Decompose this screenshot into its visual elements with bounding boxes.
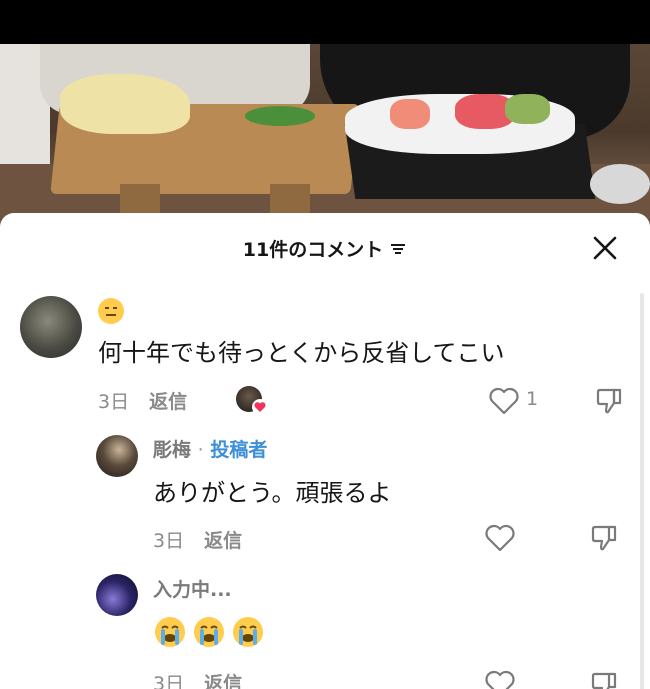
sort-lines-icon[interactable] xyxy=(389,241,407,257)
reply-author-name[interactable]: 彫梅 · 投稿者 xyxy=(153,435,267,462)
reply-item: 彫梅 · 投稿者 ありがとう。頑張るよ 3日 返信 xyxy=(0,433,650,563)
reply-time: 3日 xyxy=(153,673,185,689)
loudly-crying-face-emoji xyxy=(194,617,224,647)
thumbs-down-icon[interactable] xyxy=(589,522,621,554)
comments-sheet: 11件のコメント 何十年でも待っとくから反省してこい 3日 返信 1 彫梅 · … xyxy=(0,213,650,689)
video-player[interactable] xyxy=(0,0,650,240)
reply-button[interactable]: 返信 xyxy=(204,673,242,689)
comment-time: 3日 xyxy=(98,391,130,413)
reply-item: 入力中... 3日 返信 xyxy=(0,573,650,689)
username: 彫梅 xyxy=(153,439,192,461)
heart-icon[interactable] xyxy=(484,523,516,553)
video-frame xyxy=(0,44,650,240)
thumbs-down-icon[interactable] xyxy=(594,385,626,417)
reply-time: 3日 xyxy=(153,530,185,552)
comment-count-label: 11件のコメント xyxy=(242,239,384,261)
reply-meta: 3日 返信 xyxy=(153,669,242,689)
close-icon[interactable] xyxy=(590,233,620,263)
comments-header: 11件のコメント xyxy=(0,213,650,285)
thumbs-down-icon[interactable] xyxy=(589,669,621,689)
expressionless-face-emoji xyxy=(98,298,124,324)
avatar[interactable] xyxy=(96,435,138,477)
reply-emojis xyxy=(155,617,272,647)
comment-text: 何十年でも待っとくから反省してこい xyxy=(98,339,505,367)
author-badge: 投稿者 xyxy=(210,439,268,461)
reply-button[interactable]: 返信 xyxy=(149,391,187,413)
reply-author-name[interactable]: 入力中... xyxy=(153,575,232,602)
reply-text: ありがとう。頑張るよ xyxy=(153,479,392,507)
heart-icon[interactable] xyxy=(484,669,516,689)
heart-badge-icon xyxy=(252,399,268,415)
heart-icon[interactable] xyxy=(488,386,520,416)
comment-meta: 3日 返信 xyxy=(98,387,187,414)
reply-meta: 3日 返信 xyxy=(153,526,242,553)
reply-button[interactable]: 返信 xyxy=(204,530,242,552)
like-count: 1 xyxy=(526,388,539,410)
avatar[interactable] xyxy=(96,574,138,616)
comments-title: 11件のコメント xyxy=(0,235,650,262)
avatar[interactable] xyxy=(20,296,82,358)
loudly-crying-face-emoji xyxy=(155,617,185,647)
loudly-crying-face-emoji xyxy=(233,617,263,647)
comment-item: 何十年でも待っとくから反省してこい 3日 返信 1 xyxy=(0,293,650,423)
